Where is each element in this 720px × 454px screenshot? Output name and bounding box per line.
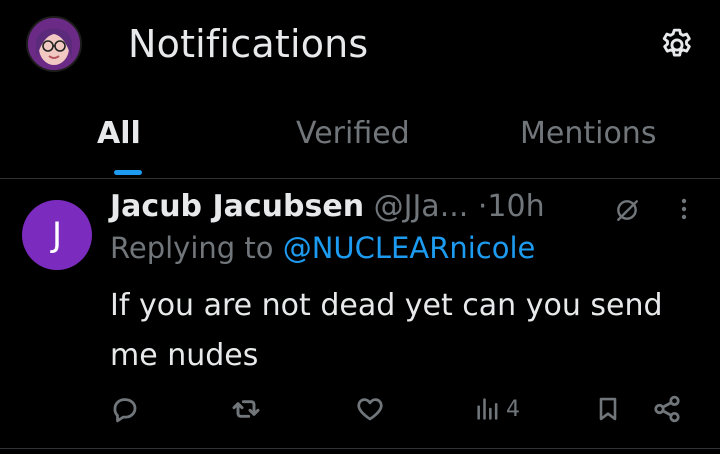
profile-avatar[interactable] [26, 16, 82, 72]
retweet-icon [232, 400, 260, 418]
replying-to-label: Replying to [110, 231, 274, 265]
reply-button[interactable] [110, 391, 140, 427]
tweet-text: If you are not dead yet can you send me … [110, 288, 663, 373]
author-handle[interactable]: @JJa... [374, 189, 469, 224]
notification-item[interactable]: J Jacub Jacubsen @JJa... ·10h Replying t… [0, 179, 720, 449]
views-count: 4 [506, 396, 520, 422]
heart-icon [357, 398, 383, 421]
more-options-button[interactable] [674, 195, 694, 223]
grok-button[interactable] [614, 197, 640, 223]
timestamp[interactable]: 10h [487, 189, 544, 224]
notification-tabs: All Verified Mentions [0, 100, 720, 179]
tab-all[interactable]: All [97, 116, 141, 151]
bookmark-button[interactable] [594, 391, 622, 427]
analytics-icon [477, 398, 498, 420]
top-bar: Notifications [0, 0, 720, 95]
share-button[interactable] [652, 391, 682, 427]
retweet-button[interactable] [230, 391, 262, 427]
comment-icon [113, 398, 137, 423]
views-button[interactable]: 4 [474, 391, 520, 427]
page-title: Notifications [128, 22, 369, 66]
tab-verified[interactable]: Verified [296, 116, 410, 151]
tab-mentions[interactable]: Mentions [520, 116, 656, 151]
bookmark-icon [599, 397, 617, 421]
divider [0, 448, 720, 449]
like-button[interactable] [355, 391, 385, 427]
share-icon [654, 395, 680, 423]
tweet-actions: 4 [0, 391, 720, 431]
gear-icon [662, 28, 691, 57]
author-avatar[interactable]: J [22, 200, 92, 270]
reply-mention-link[interactable]: @NUCLEARnicole [283, 231, 536, 265]
grok-icon [617, 200, 638, 221]
author-name[interactable]: Jacub Jacubsen [110, 189, 364, 224]
separator-dot: · [477, 189, 488, 224]
more-vertical-icon [681, 198, 687, 220]
settings-button[interactable] [658, 26, 696, 64]
active-tab-indicator [114, 170, 142, 175]
replying-to-line: Replying to @NUCLEARnicole [110, 231, 535, 265]
